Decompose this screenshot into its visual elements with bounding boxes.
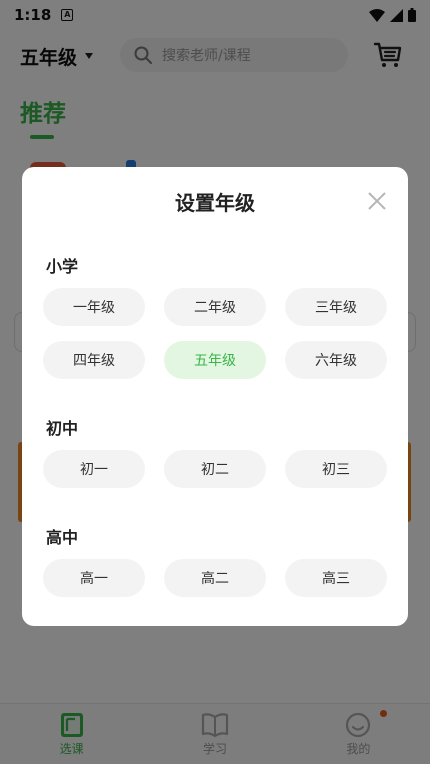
- grade-button-high-1[interactable]: 高一: [43, 559, 145, 597]
- section-title-high: 高中: [46, 528, 79, 547]
- dialog-title: 设置年级: [175, 191, 255, 215]
- grade-button-5-selected[interactable]: 五年级: [164, 341, 266, 379]
- grade-button-3[interactable]: 三年级: [285, 288, 387, 326]
- grade-button-high-2[interactable]: 高二: [164, 559, 266, 597]
- grade-button-middle-1[interactable]: 初一: [43, 450, 145, 488]
- grade-button-high-3[interactable]: 高三: [285, 559, 387, 597]
- grade-button-middle-2[interactable]: 初二: [164, 450, 266, 488]
- grade-button-4[interactable]: 四年级: [43, 341, 145, 379]
- grade-button-middle-3[interactable]: 初三: [285, 450, 387, 488]
- section-title-primary: 小学: [46, 257, 79, 276]
- grade-button-1[interactable]: 一年级: [43, 288, 145, 326]
- close-icon[interactable]: [367, 191, 387, 211]
- grade-button-2[interactable]: 二年级: [164, 288, 266, 326]
- grade-button-6[interactable]: 六年级: [285, 341, 387, 379]
- section-title-middle: 初中: [46, 419, 79, 438]
- grade-dialog: 设置年级 小学 一年级 二年级 三年级 四年级 五年级 六年级 初中 初一 初二…: [22, 167, 408, 626]
